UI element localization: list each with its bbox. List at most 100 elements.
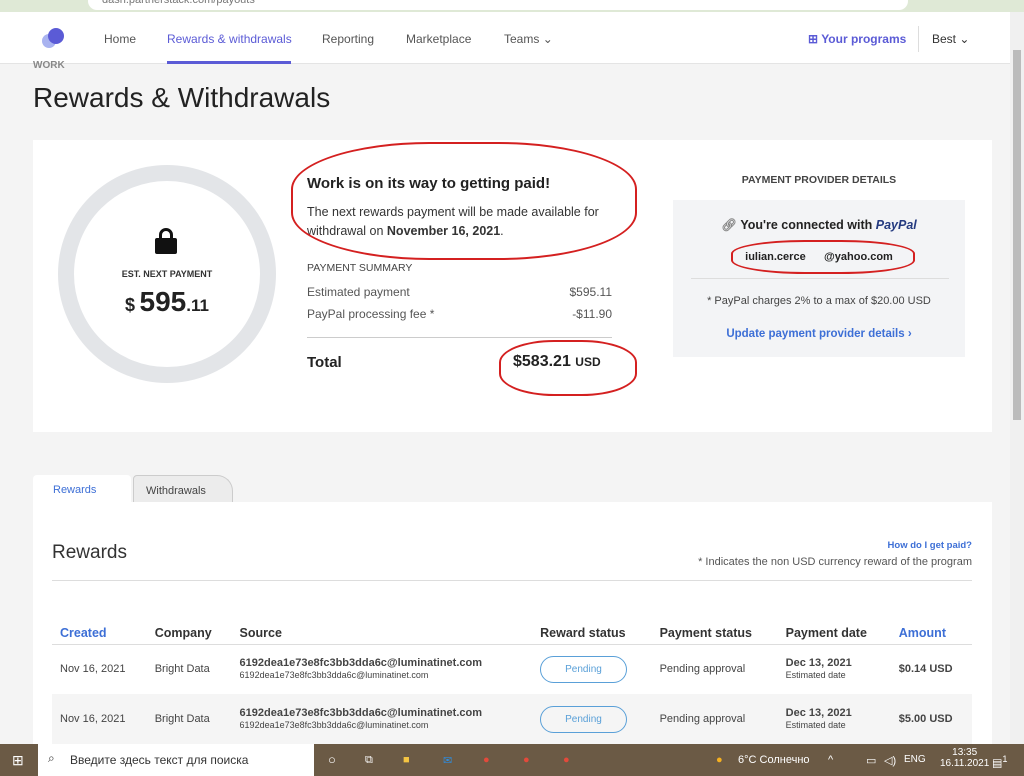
table-row: Nov 16, 2021 Bright Data 6192dea1e73e8fc… <box>52 644 972 694</box>
how-paid-link[interactable]: How do I get paid? <box>888 540 972 551</box>
programs-label: Your programs <box>821 32 907 46</box>
col-payment-status: Payment status <box>659 625 752 640</box>
tab-withdrawals[interactable]: Withdrawals <box>133 475 233 502</box>
link-icon: 🔗︎ <box>721 218 738 232</box>
col-amount[interactable]: Amount <box>891 622 972 644</box>
nav-teams[interactable]: Teams ⌄ <box>504 32 553 46</box>
chrome-icon[interactable]: ● <box>563 754 570 766</box>
divider <box>52 580 972 581</box>
chevron-down-icon: ⌄ <box>542 32 553 46</box>
summary-line: PayPal processing fee * -$11.90 <box>307 307 612 321</box>
est-payment-label: EST. NEXT PAYMENT <box>121 269 213 279</box>
cortana-icon[interactable]: ○ <box>328 752 336 767</box>
paypal-logo: PayPal <box>875 218 917 232</box>
date: 16.11.2021 <box>940 758 990 769</box>
divider <box>691 278 949 279</box>
source-main: 6192dea1e73e8fc3bb3dda6c@luminatinet.com <box>239 657 482 670</box>
nav-reporting[interactable]: Reporting <box>322 32 374 46</box>
task-view-icon[interactable]: ⧉ <box>365 754 373 767</box>
amount: $0.14 USD <box>898 663 953 676</box>
col-source: Source <box>239 625 282 640</box>
status-badge: Pending <box>540 705 627 733</box>
tab-rewards[interactable]: Rewards <box>33 475 131 503</box>
created: Nov 16, 2021 <box>60 663 126 676</box>
chrome-icon[interactable]: ● <box>483 754 490 766</box>
address-bar[interactable]: dash.partnerstack.com/payouts <box>88 0 908 10</box>
line-label: Estimated payment <box>307 285 410 299</box>
scrollbar-thumb[interactable] <box>1013 50 1021 420</box>
nav-marketplace[interactable]: Marketplace <box>406 32 471 46</box>
page-eyebrow: WORK <box>33 60 65 71</box>
your-programs-button[interactable]: ⊞ Your programs <box>808 32 906 46</box>
company: Bright Data <box>154 713 210 725</box>
file-explorer-icon[interactable]: ■ <box>403 754 410 766</box>
windows-start-icon[interactable]: ⊞ <box>12 752 24 769</box>
red-annotation <box>499 340 637 396</box>
payment-summary-card: EST. NEXT PAYMENT $ 595.11 Work is on it… <box>33 140 992 432</box>
taskbar-search[interactable]: ⌕ Введите здесь текст для поиска <box>38 744 314 776</box>
notification-icon[interactable]: ▤1 <box>992 754 1008 770</box>
weather-text[interactable]: 6°C Солнечно <box>738 754 810 766</box>
col-created[interactable]: Created <box>52 622 147 644</box>
rewards-table: Created Company Source Reward status Pay… <box>52 622 972 744</box>
taskbar: ⊞ ⌕ Введите здесь текст для поиска ○ ⧉ ■ … <box>0 744 1024 776</box>
red-annotation <box>731 240 915 274</box>
source: 6192dea1e73e8fc3bb3dda6c@luminatinet.com… <box>232 694 533 744</box>
nav-home[interactable]: Home <box>104 32 136 46</box>
est-whole: 595 <box>139 286 187 317</box>
search-icon: ⌕ <box>48 751 55 765</box>
connected-line: 🔗︎ You're connected with PayPal <box>673 218 965 233</box>
company: Bright Data <box>154 663 210 676</box>
source-sub: 6192dea1e73e8fc3bb3dda6c@luminatinet.com <box>239 720 429 730</box>
table-row: Nov 16, 2021 Bright Data 6192dea1e73e8fc… <box>52 694 972 744</box>
logo[interactable] <box>42 28 66 52</box>
update-provider-link[interactable]: Update payment provider details › <box>673 328 965 340</box>
line-label: PayPal processing fee * <box>307 307 435 321</box>
tray-chevron-icon[interactable]: ^ <box>828 754 833 766</box>
search-placeholder: Введите здесь текст для поиска <box>70 753 249 767</box>
mail-icon[interactable]: ✉ <box>443 754 452 767</box>
summary-lines: Estimated payment $595.11 PayPal processi… <box>307 285 612 321</box>
currency-note: * Indicates the non USD currency reward … <box>698 556 972 568</box>
divider <box>307 337 612 338</box>
chrome-icon[interactable]: ● <box>523 754 530 766</box>
nav-rewards[interactable]: Rewards & withdrawals <box>167 32 292 46</box>
page-title: Rewards & Withdrawals <box>33 82 331 113</box>
date-sub: Estimated date <box>785 720 846 730</box>
nav-teams-label: Teams <box>504 32 540 46</box>
payment-status: Pending approval <box>659 663 746 676</box>
clock[interactable]: 13:35 16.11.2021 <box>940 747 989 769</box>
status-badge: Pending <box>540 655 627 683</box>
network-icon[interactable]: ▭ <box>866 754 876 767</box>
provider-box: 🔗︎ You're connected with PayPal iulian.c… <box>673 200 965 357</box>
line-value: -$11.90 <box>572 307 612 321</box>
col-payment-date: Payment date <box>785 625 867 640</box>
reward-status: Pending <box>532 644 651 694</box>
line-value: $595.11 <box>569 285 613 299</box>
chevron-down-icon: ⌄ <box>959 32 970 46</box>
date-main: Dec 13, 2021 <box>785 707 852 719</box>
volume-icon[interactable]: ◁) <box>884 754 896 767</box>
est-cents: .11 <box>186 296 209 315</box>
col-company: Company <box>154 625 212 640</box>
time: 13:35 <box>952 747 978 758</box>
rewards-title: Rewards <box>52 542 127 563</box>
est-payment-value: $ 595.11 <box>93 286 241 318</box>
account-menu[interactable]: Best ⌄ <box>932 32 969 46</box>
rewards-panel: Rewards How do I get paid? * Indicates t… <box>33 502 992 744</box>
payment-date: Dec 13, 2021 Estimated date <box>778 694 891 744</box>
source: 6192dea1e73e8fc3bb3dda6c@luminatinet.com… <box>232 644 533 694</box>
top-nav: Home Rewards & withdrawals Reporting Mar… <box>0 12 1010 64</box>
provider-title: PAYMENT PROVIDER DETAILS <box>741 174 897 186</box>
browser-bar: dash.partnerstack.com/payouts <box>0 0 1024 12</box>
date-sub: Estimated date <box>785 670 846 681</box>
connected-text: You're connected with <box>740 218 873 232</box>
lock-icon <box>155 228 177 254</box>
language-indicator[interactable]: ENG <box>904 754 926 765</box>
currency-symbol: $ <box>125 295 136 315</box>
account-label: Best <box>932 32 957 46</box>
weather-icon: ● <box>716 754 723 766</box>
total-label: Total <box>307 354 342 371</box>
created: Nov 16, 2021 <box>60 713 126 725</box>
divider <box>918 26 919 52</box>
